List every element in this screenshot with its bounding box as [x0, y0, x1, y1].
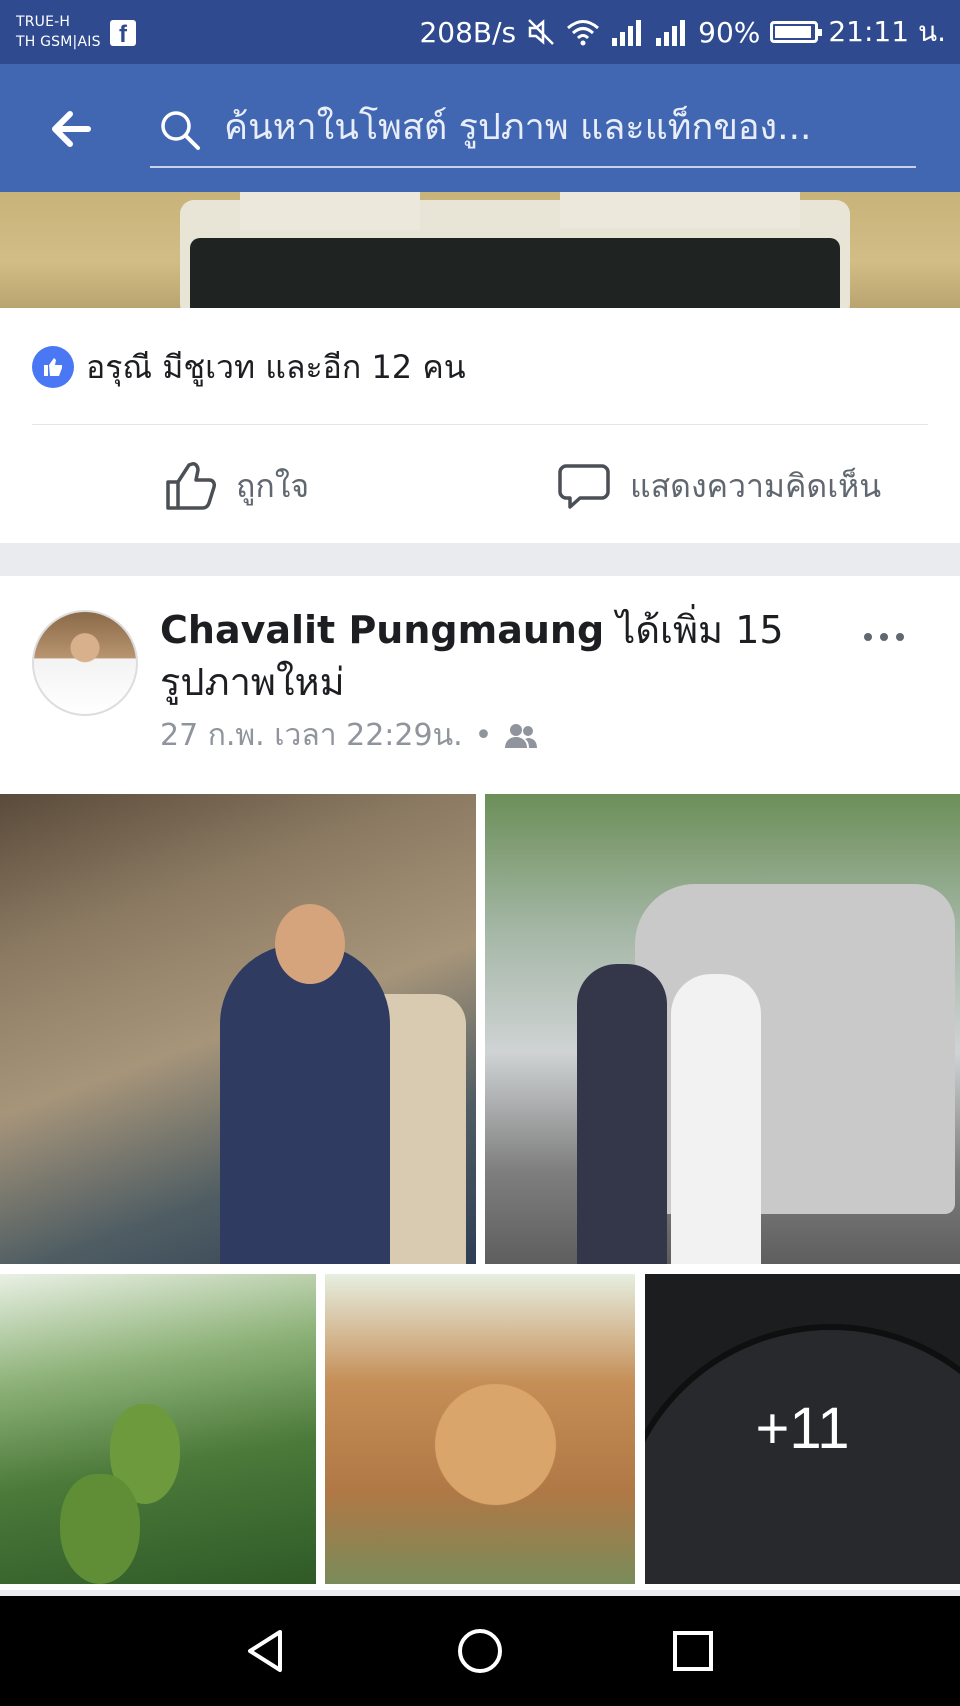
signal-icon-sim1: [612, 20, 642, 46]
comment-label: แสดงความคิดเห็น: [630, 466, 882, 505]
post-photo-2[interactable]: [485, 794, 960, 1264]
more-photos-count: +11: [755, 1396, 850, 1461]
battery-percent: 90%: [698, 15, 761, 49]
comment-icon: [558, 464, 610, 509]
previous-post-footer: อรุณี มีชูเวท และอีก 12 คน ถูกใจ แสดงควา…: [0, 308, 960, 543]
thumbs-up-icon: [166, 462, 216, 510]
friends-icon: [505, 723, 538, 748]
author-avatar[interactable]: [32, 610, 138, 716]
status-indicators: 208B/s 90% 21:11 น.: [419, 14, 946, 50]
previous-post-photo[interactable]: [0, 192, 960, 308]
carrier-info: TRUE-H TH GSM|AIS: [16, 12, 101, 52]
post-title: Chavalit Pungmaung ได้เพิ่ม 15 รูปภาพใหม…: [160, 604, 840, 708]
post-timestamp[interactable]: 27 ก.พ. เวลา 22:29น.: [160, 712, 463, 759]
status-bar: TRUE-H TH GSM|AIS f 208B/s 90% 21:11 น.: [0, 0, 960, 64]
home-nav-icon[interactable]: [455, 1626, 505, 1676]
more-options-icon[interactable]: [862, 630, 906, 644]
author-name[interactable]: Chavalit Pungmaung: [160, 608, 604, 652]
like-button[interactable]: ถูกใจ: [162, 454, 309, 518]
back-arrow-icon[interactable]: [48, 106, 94, 152]
back-nav-icon[interactable]: [240, 1626, 290, 1676]
post-photo-4[interactable]: [325, 1274, 635, 1584]
carrier-line2: TH GSM|AIS: [16, 34, 101, 50]
post-photo-5[interactable]: +11: [645, 1274, 960, 1584]
net-speed: 208B/s: [419, 15, 517, 49]
post-photo-3[interactable]: [0, 1274, 316, 1584]
clock: 21:11 น.: [828, 15, 946, 48]
meta-separator: •: [474, 718, 493, 753]
comment-button[interactable]: แสดงความคิดเห็น: [556, 454, 881, 518]
reactions-summary[interactable]: อรุณี มีชูเวท และอีก 12 คน: [86, 344, 466, 390]
wifi-icon: [567, 20, 600, 46]
divider: [32, 424, 928, 425]
mute-icon: [528, 19, 555, 45]
like-reaction-icon: [32, 346, 74, 388]
search-icon: [161, 111, 200, 150]
post-meta: 27 ก.พ. เวลา 22:29น. •: [160, 712, 538, 759]
search-field[interactable]: [150, 92, 916, 168]
signal-icon-sim2: [656, 20, 686, 46]
battery-icon: [770, 21, 823, 43]
navigation-bar: [0, 1596, 960, 1706]
post-photo-1[interactable]: [0, 794, 476, 1264]
like-label: ถูกใจ: [236, 466, 310, 505]
carrier-line1: TRUE-H: [16, 14, 71, 30]
facebook-icon: f: [110, 20, 136, 48]
recents-nav-icon[interactable]: [668, 1626, 718, 1676]
search-input[interactable]: [222, 100, 906, 154]
